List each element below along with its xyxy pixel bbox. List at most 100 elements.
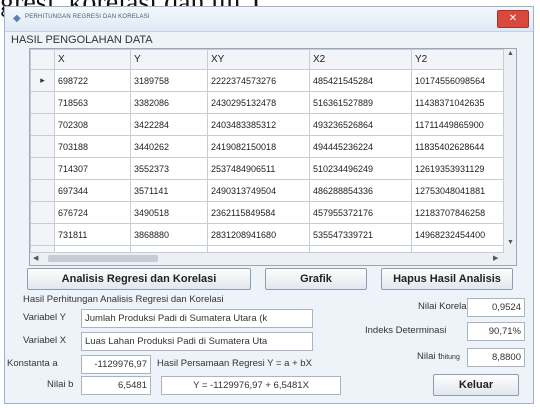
cell-xy[interactable]: 2430295132478 — [207, 91, 310, 114]
cell-x2[interactable]: 493236526864 — [309, 113, 412, 136]
row-header[interactable] — [30, 179, 55, 202]
table-row[interactable]: 731811 3868880 2831208941680 53554733972… — [30, 223, 507, 246]
data-table: X Y XY X2 Y2 ▸ 698722 3189758 2222374573… — [30, 49, 507, 265]
current-row-marker-icon: ▸ — [30, 69, 55, 92]
cell-x[interactable]: 676724 — [54, 201, 131, 224]
column-header-x[interactable]: X — [54, 49, 131, 70]
cell-y[interactable]: 3490518 — [130, 201, 208, 224]
data-group-title: HASIL PENGOLAHAN DATA — [11, 34, 153, 46]
cell-y2[interactable]: 14968232454400 — [411, 223, 507, 246]
table-row[interactable]: 703188 3440262 2419082150018 49444523622… — [30, 135, 507, 158]
cell-x[interactable]: 703188 — [54, 135, 131, 158]
horizontal-scrollbar[interactable]: ◀ ▶ — [30, 252, 504, 265]
table-row[interactable]: 718563 3382086 2430295132478 51636152788… — [30, 91, 507, 114]
cell-y[interactable]: 3552373 — [130, 157, 208, 180]
cell-y[interactable]: 3571141 — [130, 179, 208, 202]
indeks-determinasi-label: Indeks Determinasi — [365, 325, 447, 336]
close-button[interactable]: ✕ — [497, 10, 529, 28]
cell-y[interactable]: 3440262 — [130, 135, 208, 158]
cell-x2[interactable]: 516361527889 — [309, 91, 412, 114]
column-header-x2[interactable]: X2 — [309, 49, 412, 70]
title-bar: ◆ PERHITUNGAN REGRESI DAN KORELASI ✕ — [5, 7, 533, 32]
cell-y[interactable]: 3868880 — [130, 223, 208, 246]
cell-y[interactable]: 3422284 — [130, 113, 208, 136]
cell-y2[interactable]: 12753048041881 — [411, 179, 507, 202]
table-row[interactable]: 714307 3552373 2537484906511 51023449624… — [30, 157, 507, 180]
table-row[interactable]: 697344 3571141 2490313749504 48628885433… — [30, 179, 507, 202]
cell-x[interactable]: 718563 — [54, 91, 131, 114]
row-header[interactable] — [30, 223, 55, 246]
indeks-determinasi-field[interactable]: 90,71% — [467, 322, 525, 341]
cell-y2[interactable]: 12183707846258 — [411, 201, 507, 224]
window-title: PERHITUNGAN REGRESI DAN KORELASI — [25, 14, 150, 20]
hapus-button[interactable]: Hapus Hasil Analisis — [381, 268, 513, 290]
nilai-korelasi-field[interactable]: 0,9524 — [467, 298, 525, 317]
row-header[interactable] — [30, 201, 55, 224]
app-icon: ◆ — [13, 13, 21, 24]
cell-x[interactable]: 698722 — [54, 69, 131, 92]
cell-x2[interactable]: 457955372176 — [309, 201, 412, 224]
scroll-down-icon[interactable]: ▼ — [507, 239, 514, 246]
row-header[interactable] — [30, 91, 55, 114]
cell-y2[interactable]: 10174556098564 — [411, 69, 507, 92]
cell-xy[interactable]: 2222374573276 — [207, 69, 310, 92]
cell-xy[interactable]: 2362115849584 — [207, 201, 310, 224]
cell-xy[interactable]: 2490313749504 — [207, 179, 310, 202]
cell-xy[interactable]: 2403483385312 — [207, 113, 310, 136]
cell-x2[interactable]: 485421545284 — [309, 69, 412, 92]
row-header[interactable] — [30, 157, 55, 180]
konstanta-field[interactable]: -1129976,97 — [81, 355, 151, 374]
cell-y2[interactable]: 11711449865900 — [411, 113, 507, 136]
cell-x2[interactable]: 486288854336 — [309, 179, 412, 202]
row-header[interactable] — [30, 135, 55, 158]
results-heading: Hasil Perhitungan Analisis Regresi dan K… — [23, 294, 224, 305]
cell-xy[interactable]: 2419082150018 — [207, 135, 310, 158]
column-header-y[interactable]: Y — [130, 49, 208, 70]
nilai-b-label: Nilai b — [47, 379, 74, 390]
t-hitung-label-sub: hitung — [440, 354, 460, 361]
scroll-right-icon[interactable]: ▶ — [493, 254, 498, 262]
cell-x[interactable]: 714307 — [54, 157, 131, 180]
cell-xy[interactable]: 2831208941680 — [207, 223, 310, 246]
cell-x2[interactable]: 494445236224 — [309, 135, 412, 158]
variabel-x-label: Variabel X — [23, 335, 67, 346]
t-hitung-label-main: Nilai t — [417, 351, 441, 362]
row-header[interactable] — [30, 113, 55, 136]
nilai-korelasi-label: Nilai Korelasi — [418, 301, 474, 312]
scroll-left-icon[interactable]: ◀ — [33, 254, 38, 262]
variabel-y-field[interactable]: Jumlah Produksi Padi di Sumatera Utara (… — [81, 309, 313, 328]
t-hitung-label: Nilai thitung — [417, 351, 460, 362]
horizontal-scroll-thumb[interactable] — [48, 255, 158, 262]
cell-x2[interactable]: 535547339721 — [309, 223, 412, 246]
persamaan-field[interactable]: Y = -1129976,97 + 6,5481X — [161, 376, 341, 395]
analisis-button[interactable]: Analisis Regresi dan Korelasi — [27, 268, 251, 290]
cell-y[interactable]: 3189758 — [130, 69, 208, 92]
column-header-y2[interactable]: Y2 — [411, 49, 507, 70]
variabel-y-label: Variabel Y — [23, 312, 66, 323]
grafik-button[interactable]: Grafik — [265, 268, 367, 290]
cell-x[interactable]: 697344 — [54, 179, 131, 202]
persamaan-label: Hasil Persamaan Regresi Y = a + bX — [157, 358, 312, 369]
data-grid[interactable]: X Y XY X2 Y2 ▸ 698722 3189758 2222374573… — [29, 48, 517, 266]
table-row[interactable]: 676724 3490518 2362115849584 45795537217… — [30, 201, 507, 224]
scroll-up-icon[interactable]: ▲ — [507, 50, 514, 57]
cell-y2[interactable]: 12619353931129 — [411, 157, 507, 180]
table-row[interactable]: ▸ 698722 3189758 2222374573276 485421545… — [30, 69, 507, 92]
column-header-xy[interactable]: XY — [207, 49, 310, 70]
variabel-x-field[interactable]: Luas Lahan Produksi Padi di Sumatera Uta — [81, 332, 313, 351]
t-hitung-field[interactable]: 8,8800 — [467, 348, 525, 367]
konstanta-label: Konstanta a — [7, 358, 58, 369]
cell-x[interactable]: 731811 — [54, 223, 131, 246]
cell-x[interactable]: 702308 — [54, 113, 131, 136]
cell-x2[interactable]: 510234496249 — [309, 157, 412, 180]
cell-y[interactable]: 3382086 — [130, 91, 208, 114]
table-row[interactable]: 702308 3422284 2403483385312 49323652686… — [30, 113, 507, 136]
corner-header — [30, 49, 55, 70]
nilai-b-field[interactable]: 6,5481 — [81, 376, 151, 395]
cell-xy[interactable]: 2537484906511 — [207, 157, 310, 180]
keluar-button[interactable]: Keluar — [433, 374, 519, 396]
cell-y2[interactable]: 11438371042635 — [411, 91, 507, 114]
regression-window: ◆ PERHITUNGAN REGRESI DAN KORELASI ✕ HAS… — [4, 6, 534, 404]
cell-y2[interactable]: 11835402628644 — [411, 135, 507, 158]
vertical-scrollbar[interactable]: ▲ ▼ — [503, 49, 516, 265]
